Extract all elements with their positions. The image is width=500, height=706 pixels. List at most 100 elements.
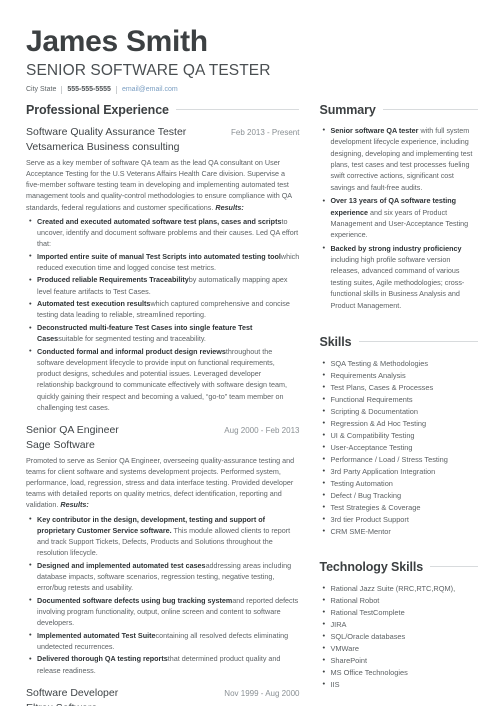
bullet-highlight: Delivered thorough QA testing reports xyxy=(37,654,168,664)
skill-item: Defect / Bug Tracking xyxy=(322,489,478,502)
contact-line: City State 555-555-5555 email@email.com xyxy=(26,86,478,94)
skill-item: Test Strategies & Coverage xyxy=(322,501,478,514)
tech-skill-item: MS Office Technologies xyxy=(322,666,478,679)
skill-item: Requirements Analysis xyxy=(322,369,478,382)
experience-bullet: Imported entire suite of manual Test Scr… xyxy=(29,250,299,273)
resume-body: Professional Experience Software Quality… xyxy=(26,103,478,706)
summary-highlight: Backed by strong industry proficiency xyxy=(330,243,462,253)
contact-phone: 555-555-5555 xyxy=(67,85,111,93)
candidate-job-title: SENIOR SOFTWARE QA TESTER xyxy=(26,61,271,79)
summary-bullet: Over 13 years of QA software testing exp… xyxy=(322,195,478,241)
summary-bullet: Backed by strong industry proficiency in… xyxy=(322,242,478,311)
experience-bullet: Documented software defects using bug tr… xyxy=(29,594,299,628)
contact-email[interactable]: email@email.com xyxy=(122,86,178,94)
results-label: Results: xyxy=(215,202,244,212)
experience-item-header: Software Quality Assurance Tester Feb 201… xyxy=(26,126,299,138)
skill-item: 3rd tier Product Support xyxy=(322,513,478,526)
contact-divider-1 xyxy=(61,85,63,94)
experience-bullet: Deconstructed multi-feature Test Cases i… xyxy=(29,322,299,344)
experience-company-name: Sage Software xyxy=(26,438,95,451)
summary-list: Senior software QA tester with full syst… xyxy=(319,124,478,311)
skills-list: SQA Testing & MethodologiesRequirements … xyxy=(319,357,478,538)
summary-highlight: Over 13 years of QA software testing exp… xyxy=(330,196,457,217)
tech-skill-item: VMWare xyxy=(322,642,478,655)
skill-item: Performance / Load / Stress Testing xyxy=(322,453,478,466)
skills-section-header: Skills xyxy=(319,335,478,349)
experience-item-header: Software Developer Nov 1999 - Aug 2000 xyxy=(26,687,299,699)
summary-highlight: Senior software QA tester xyxy=(330,125,419,135)
bullet-highlight: Designed and implemented automated test … xyxy=(37,560,206,570)
experience-bullet: Delivered thorough QA testing reportstha… xyxy=(29,653,299,675)
skill-item: User-Acceptance Testing xyxy=(322,441,478,454)
experience-bullet: Conducted formal and informal product de… xyxy=(29,345,299,413)
experience-job-title: Software Quality Assurance Tester xyxy=(26,125,187,138)
experience-item: Senior QA Engineer Aug 2000 - Feb 2013 Sag… xyxy=(26,424,299,676)
contact-divider-2 xyxy=(115,85,117,94)
experience-bullet: Key contributor in the design, developme… xyxy=(29,513,299,559)
candidate-name: James Smith xyxy=(26,25,208,58)
experience-item: Software Quality Assurance Tester Feb 201… xyxy=(26,126,299,413)
tech-skill-item: SQL/Oracle databases xyxy=(322,630,478,643)
skill-item: UI & Compatibility Testing xyxy=(322,429,478,442)
tech-skill-item: Rational TestComplete xyxy=(322,606,478,619)
tech-skill-item: SharePoint xyxy=(322,654,478,667)
tech-skill-item: IIS xyxy=(322,678,478,691)
resume-header: James Smith SENIOR SOFTWARE QA TESTER Ci… xyxy=(26,26,478,94)
skill-item: Testing Automation xyxy=(322,477,478,490)
bullet-highlight: Key contributor in the design, developme… xyxy=(37,514,266,535)
experience-bullet: Produced reliable Requirements Traceabil… xyxy=(29,274,299,296)
left-column: Professional Experience Software Quality… xyxy=(26,103,313,706)
experience-section-header: Professional Experience xyxy=(26,102,300,117)
experience-description: Serve as a key member of software QA tea… xyxy=(26,157,292,212)
tech-skills-rule xyxy=(430,566,478,568)
experience-bullet-list: Key contributor in the design, developme… xyxy=(26,513,299,676)
skill-item: Test Plans, Cases & Processes xyxy=(322,381,478,394)
experience-company-name: Vetsamerica Business consulting xyxy=(26,140,180,153)
skill-item: Scripting & Documentation xyxy=(322,405,478,418)
summary-bullet: Senior software QA tester with full syst… xyxy=(322,124,478,193)
skill-item: SQA Testing & Methodologies xyxy=(322,357,478,370)
experience-bullet: Implemented automated Test Suitecontaini… xyxy=(29,629,299,652)
spacer-skills-tech xyxy=(319,538,478,560)
tech-skills-list: Rational Jazz Suite (RRC,RTC,RQM),Ration… xyxy=(319,582,478,691)
experience-job-title: Senior QA Engineer xyxy=(26,423,119,436)
experience-item: Software Developer Nov 1999 - Aug 2000 Elt… xyxy=(26,687,299,706)
experience-item-header: Senior QA Engineer Aug 2000 - Feb 2013 xyxy=(26,424,299,436)
right-column: Summary Senior software QA tester with f… xyxy=(313,103,478,691)
tech-skill-item: Rational Robot xyxy=(322,594,478,607)
bullet-highlight: Deconstructed multi-feature Test Cases i… xyxy=(37,323,253,344)
experience-rule xyxy=(175,109,300,111)
skill-item: CRM SME-Mentor xyxy=(322,525,478,538)
bullet-highlight: Conducted formal and informal product de… xyxy=(37,346,226,356)
tech-skills-heading: Technology Skills xyxy=(319,559,424,574)
skill-item: Regression & Ad Hoc Testing xyxy=(322,417,478,430)
experience-job-title: Software Developer xyxy=(26,686,119,699)
bullet-highlight: Automated test execution results xyxy=(37,299,151,309)
experience-company-name: Eltrax Software xyxy=(26,702,299,706)
experience-heading: Professional Experience xyxy=(26,102,169,117)
experience-bullet-list: Created and executed automated software … xyxy=(26,215,299,413)
experience-bullet: Automated test execution resultswhich ca… xyxy=(29,298,299,320)
results-label: Results: xyxy=(60,500,89,510)
bullet-highlight: Documented software defects using bug tr… xyxy=(37,595,233,605)
skill-item: Functional Requirements xyxy=(322,393,478,406)
experience-bullet: Created and executed automated software … xyxy=(29,215,299,249)
bullet-highlight: Produced reliable Requirements Traceabil… xyxy=(37,275,189,285)
experience-job-date: Aug 2000 - Feb 2013 xyxy=(224,425,300,435)
bullet-highlight: Created and executed automated software … xyxy=(37,216,282,226)
experience-job-date: Nov 1999 - Aug 2000 xyxy=(224,688,300,698)
summary-section-header: Summary xyxy=(319,103,478,117)
summary-rule xyxy=(382,109,478,111)
skills-heading: Skills xyxy=(319,334,352,349)
skill-item: 3rd Party Application Integration xyxy=(322,465,478,478)
experience-description: Promoted to serve as Senior QA Engineer,… xyxy=(26,455,295,510)
tech-skill-item: JIRA xyxy=(322,618,478,631)
summary-heading: Summary xyxy=(319,102,376,117)
resume-page: James Smith SENIOR SOFTWARE QA TESTER Ci… xyxy=(0,0,500,706)
tech-skills-section-header: Technology Skills xyxy=(319,560,478,574)
bullet-highlight: Imported entire suite of manual Test Scr… xyxy=(37,251,281,261)
bullet-highlight: Implemented automated Test Suite xyxy=(37,630,156,640)
experience-bullet: Designed and implemented automated test … xyxy=(29,559,299,593)
experience-list: Software Quality Assurance Tester Feb 201… xyxy=(26,126,299,706)
spacer-summary-skills xyxy=(319,313,478,335)
